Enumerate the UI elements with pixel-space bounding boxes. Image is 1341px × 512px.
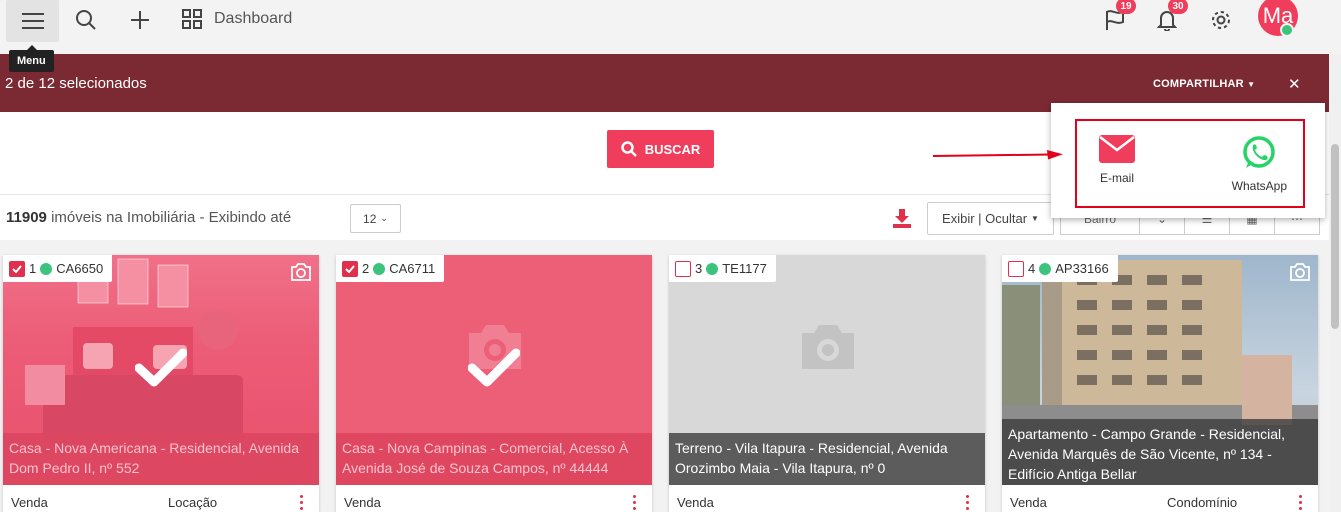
card-code-text: CA6650 — [56, 261, 104, 276]
share-label: COMPARTILHAR — [1153, 78, 1244, 90]
exibir-ocultar-button[interactable]: Exibir | Ocultar ▼ — [927, 202, 1054, 235]
card-code: 3 TE1177 — [669, 255, 776, 282]
share-menu: E-mail WhatsApp — [1051, 103, 1325, 218]
flag-button[interactable]: 19 — [1098, 0, 1136, 40]
more-options-icon[interactable] — [1299, 495, 1302, 510]
grid-icon — [182, 9, 202, 29]
search-icon — [620, 141, 637, 157]
dashboard-label: Dashboard — [214, 10, 293, 27]
whatsapp-label: WhatsApp — [1231, 179, 1287, 193]
card-index: 1 — [29, 261, 37, 276]
chevron-down-icon: ⌄ — [380, 213, 388, 223]
caret-down-icon: ▼ — [1031, 214, 1039, 223]
check-icon — [345, 264, 355, 273]
card-index: 4 — [1028, 261, 1036, 276]
page-scrollbar[interactable] — [1329, 54, 1341, 512]
card-code: 4 AP33166 — [1002, 255, 1118, 282]
card-index: 3 — [695, 261, 703, 276]
card-caption: Casa - Nova Campinas - Comercial, Acesso… — [336, 433, 652, 485]
camera-placeholder-icon — [802, 325, 854, 369]
buscar-label: BUSCAR — [644, 141, 701, 157]
card-caption: Terreno - Vila Itapura - Residencial, Av… — [669, 433, 985, 485]
property-card[interactable]: 4 AP33166 Apartamento - Campo Grande - Re… — [1002, 255, 1318, 512]
caret-down-icon: ▼ — [1247, 80, 1256, 89]
card-footer: Venda — [336, 485, 652, 512]
card-code: 1 CA6650 — [3, 255, 113, 282]
notifications-button[interactable]: 30 — [1150, 0, 1188, 40]
card-index: 2 — [362, 261, 370, 276]
status-dot — [706, 262, 719, 275]
search-button[interactable] — [68, 0, 104, 40]
user-avatar[interactable]: Ma — [1258, 0, 1298, 37]
whatsapp-icon — [1243, 136, 1276, 168]
menu-tooltip: Menu — [9, 45, 54, 72]
property-card[interactable]: 1 CA6650 Casa - Nova Americana - Residenc… — [3, 255, 319, 512]
add-button[interactable] — [122, 0, 158, 40]
menu-button[interactable] — [6, 0, 59, 42]
close-selection-button[interactable]: ✕ — [1288, 75, 1301, 93]
status-dot — [40, 262, 53, 275]
card-code-text: CA6711 — [389, 261, 436, 276]
per-page-select[interactable]: 12 ⌄ — [350, 204, 401, 233]
card-footer: Venda Locação — [3, 485, 319, 512]
selected-check-icon — [468, 348, 520, 387]
plus-icon — [131, 11, 149, 29]
flag-badge: 19 — [1116, 0, 1136, 14]
scrollbar-thumb[interactable] — [1331, 144, 1339, 329]
bell-badge: 30 — [1168, 0, 1188, 14]
card-caption: Casa - Nova Americana - Residencial, Ave… — [3, 433, 319, 485]
per-page-value: 12 — [363, 211, 377, 226]
exibir-label: Exibir | Ocultar — [942, 211, 1028, 226]
status-dot — [373, 262, 386, 275]
settings-button[interactable] — [1204, 0, 1238, 40]
status-dot — [1039, 262, 1052, 275]
card-code-text: TE1177 — [722, 261, 767, 276]
results-total: 11909 — [6, 209, 47, 226]
buscar-button[interactable]: BUSCAR — [607, 130, 714, 168]
card-business-type: Venda — [1010, 495, 1047, 510]
more-options-icon[interactable] — [633, 495, 636, 510]
card-checkbox[interactable] — [342, 260, 358, 277]
more-options-icon[interactable] — [300, 495, 303, 510]
camera-icon — [291, 263, 311, 281]
card-business-type-2: Locação — [168, 495, 218, 510]
download-icon — [893, 209, 911, 228]
download-button[interactable] — [891, 207, 913, 234]
property-card[interactable]: 3 TE1177 Terreno - Vila Itapura - Residen… — [669, 255, 985, 512]
share-email-option[interactable]: E-mail — [1099, 135, 1135, 206]
card-code-text: AP33166 — [1055, 261, 1109, 276]
card-business-type: Venda — [11, 495, 48, 510]
property-card[interactable]: 2 CA6711 Casa - Nova Campinas - Comercial… — [336, 255, 652, 512]
selected-check-icon — [135, 348, 187, 387]
card-footer: Venda Condomínio — [1002, 485, 1318, 512]
search-icon — [76, 10, 96, 30]
card-checkbox[interactable] — [9, 260, 25, 277]
card-business-type: Venda — [677, 495, 714, 510]
camera-icon — [1290, 263, 1310, 281]
top-bar: Dashboard 19 30 Ma — [0, 0, 1341, 54]
card-footer: Venda — [669, 485, 985, 512]
card-checkbox[interactable] — [1008, 260, 1024, 277]
hamburger-icon — [21, 13, 44, 29]
annotation-arrow — [933, 150, 1063, 160]
card-business-type-2: Condomínio — [1167, 495, 1238, 510]
card-business-type: Venda — [344, 495, 381, 510]
email-label: E-mail — [1099, 171, 1134, 185]
dashboard-link[interactable]: Dashboard — [182, 6, 292, 32]
share-dropdown-button[interactable]: COMPARTILHAR ▼ — [1153, 78, 1255, 90]
selection-count: 2 de 12 selecionados — [5, 75, 147, 92]
more-options-icon[interactable] — [966, 495, 969, 510]
check-icon — [12, 264, 22, 273]
card-caption: Apartamento - Campo Grande - Residencial… — [1002, 419, 1318, 485]
results-info: 11909 imóveis na Imobiliária - Exibindo … — [6, 209, 291, 226]
card-code: 2 CA6711 — [336, 255, 445, 282]
share-whatsapp-option[interactable]: WhatsApp — [1232, 135, 1287, 206]
email-icon — [1099, 135, 1135, 163]
online-status-dot — [1280, 23, 1294, 37]
card-checkbox[interactable] — [675, 260, 691, 277]
results-text: imóveis na Imobiliária - Exibindo até — [51, 209, 292, 226]
share-options-highlight: E-mail WhatsApp — [1075, 119, 1305, 208]
gear-icon — [1212, 11, 1230, 29]
